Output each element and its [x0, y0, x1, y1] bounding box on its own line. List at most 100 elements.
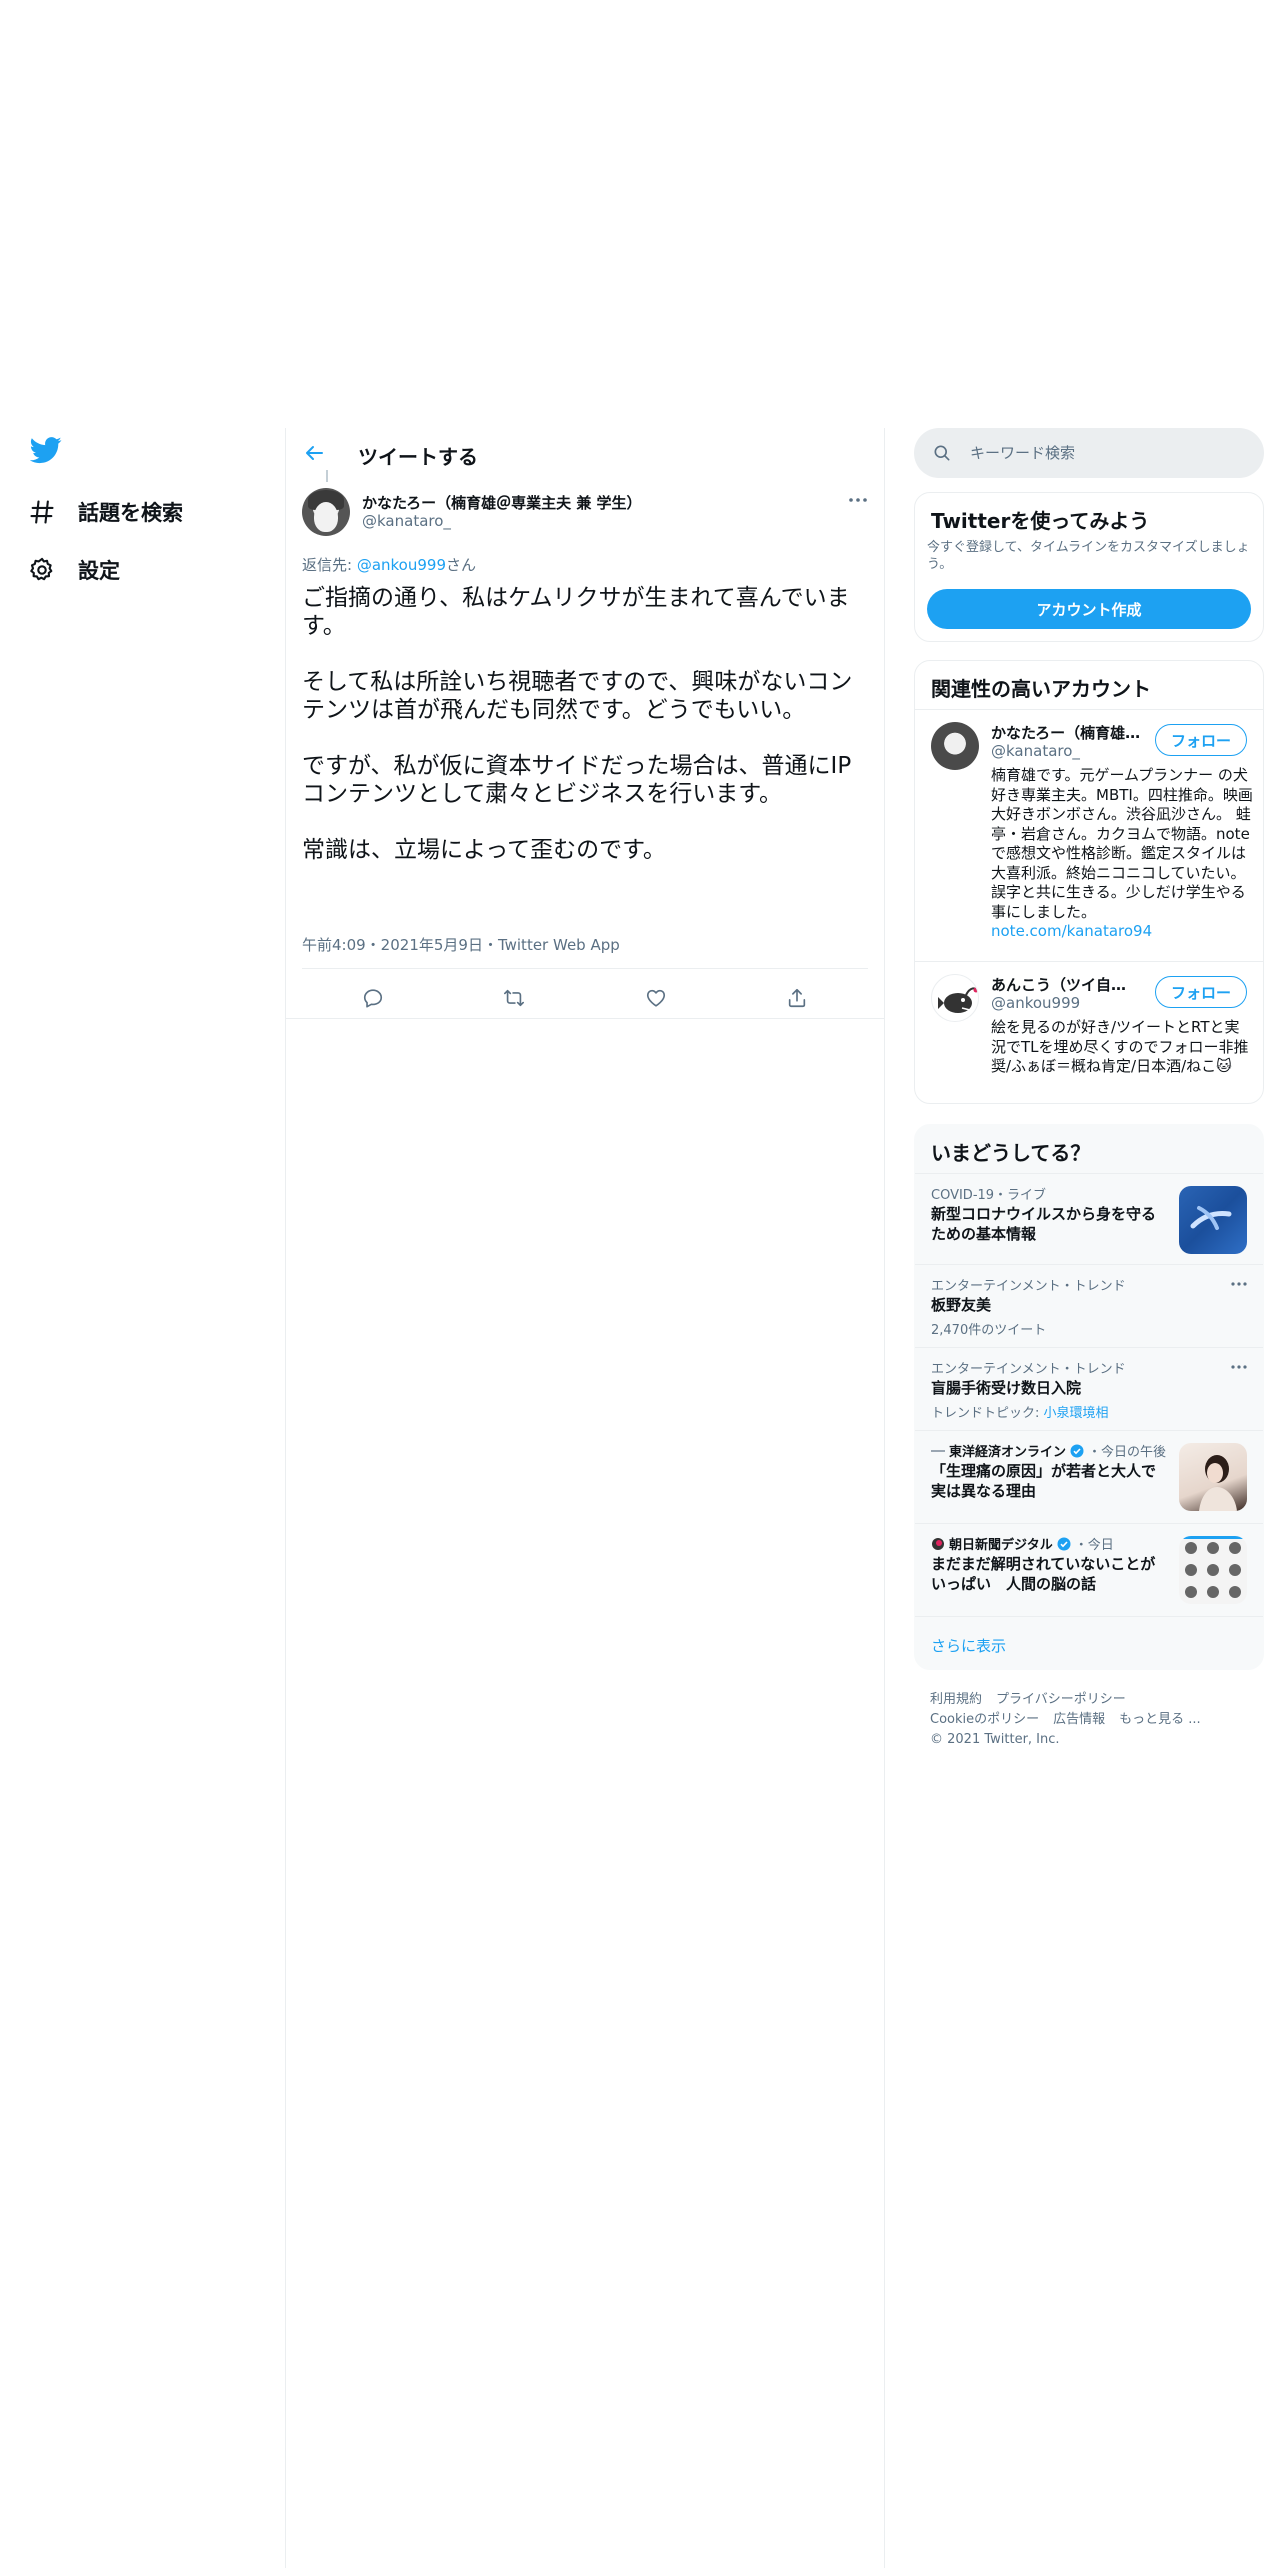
trend-item[interactable]: エンターテインメント・トレンド 盲腸手術受け数日入院 トレンドトピック: 小泉環… — [915, 1348, 1263, 1430]
author-name[interactable]: かなたろー（楠育雄＠専業主夫 兼 学生） — [362, 492, 642, 513]
nav-explore[interactable]: 話題を検索 — [28, 492, 183, 532]
more-options-icon[interactable] — [1229, 1277, 1249, 1291]
tweet-actions — [302, 978, 868, 1018]
avatar-face — [314, 502, 338, 532]
footer: 利用規約 プライバシーポリシー Cookieのポリシー 広告情報 もっと見る ... … — [930, 1690, 1260, 1750]
footer-link-terms[interactable]: 利用規約 — [930, 1692, 982, 1707]
news-headline: 「生理痛の原因」が若者と大人で実は異なる理由 — [931, 1462, 1157, 1500]
news-source: 朝日新聞デジタル ・今日 — [931, 1534, 1114, 1553]
copyright: © 2021 Twitter, Inc. — [930, 1732, 1060, 1747]
news-item[interactable]: 東洋経済オンライン ・今日の午後 「生理痛の原因」が若者と大人で実は異なる理由 — [915, 1431, 1263, 1523]
account-item[interactable]: かなたろー（楠育雄＠専業主夫 兼 学生） @kanataro_ フォロー 楠育雄… — [915, 710, 1263, 960]
news-time: ・今日の午後 — [1088, 1445, 1167, 1460]
news-source-name: 朝日新聞デジタル — [949, 1538, 1053, 1553]
account-bio: 絵を見るのが好き/ツイートとRTと実況でTLを埋め尽くすのでフォロー非推奨/ふぁ… — [991, 1018, 1249, 1075]
account-bio-link[interactable]: note.com/kanataro94 — [991, 922, 1152, 940]
show-more-link[interactable]: さらに表示 — [931, 1635, 1006, 1656]
tweet-timestamp[interactable]: 午前4:09・2021年5月9日・Twitter Web App — [302, 934, 620, 955]
create-account-button[interactable]: アカウント作成 — [927, 589, 1251, 629]
news-headline: まだまだ解明されていないことがいっぱい 人間の脳の話 — [931, 1555, 1156, 1593]
anglerfish-avatar-icon — [938, 987, 978, 1013]
hashtag-icon — [30, 500, 54, 524]
account-name[interactable]: あんこう（ツイ自重中） — [991, 974, 1141, 995]
gear-icon — [30, 557, 53, 581]
page-header: ツイートする — [286, 428, 884, 478]
divider — [286, 1018, 884, 1019]
news-thumbnail — [1179, 1536, 1247, 1604]
trends-title: いまどうしてる？ — [931, 1141, 1091, 1165]
nav-explore-label: 話題を検索 — [78, 501, 183, 525]
trend-headline: 板野友美 — [931, 1296, 992, 1314]
news-item[interactable]: 朝日新聞デジタル ・今日 まだまだ解明されていないことがいっぱい 人間の脳の話 — [915, 1524, 1263, 1616]
follow-button[interactable]: フォロー — [1155, 976, 1247, 1008]
author-handle[interactable]: @kanataro_ — [362, 512, 451, 530]
source-logo-icon — [931, 1449, 945, 1452]
signup-title: Twitterを使ってみよう — [931, 509, 1150, 533]
footer-link-privacy[interactable]: プライバシーポリシー — [996, 1692, 1126, 1707]
trend-thumbnail — [1179, 1186, 1247, 1254]
trend-meta: エンターテインメント・トレンド — [931, 1362, 1126, 1377]
trend-tweet-count: 2,470件のツイート — [931, 1323, 1047, 1338]
footer-link-ads[interactable]: 広告情報 — [1053, 1712, 1105, 1727]
footer-link-more[interactable]: もっと見る ... — [1119, 1712, 1201, 1727]
trend-headline: 盲腸手術受け数日入院 — [931, 1379, 1082, 1397]
account-name[interactable]: かなたろー（楠育雄＠専業主夫 兼 学生） — [991, 722, 1141, 743]
back-arrow-icon[interactable] — [302, 441, 326, 465]
footer-link-cookies[interactable]: Cookieのポリシー — [930, 1712, 1039, 1727]
account-handle[interactable]: @kanataro_ — [991, 742, 1080, 760]
account-handle[interactable]: @ankou999 — [991, 994, 1080, 1012]
signup-description: 今すぐ登録して、タイムラインをカスタマイズしましょう。 — [927, 540, 1250, 572]
trend-topic: トレンドトピック: 小泉環境相 — [931, 1402, 1109, 1421]
reply-button[interactable] — [353, 978, 393, 1018]
twitter-logo-icon[interactable] — [30, 434, 62, 466]
account-bio: 楠育雄です。元ゲームプランナー の犬好き専業主夫。MBTI。四柱推命。映画大好き… — [991, 766, 1253, 942]
nav-settings-label: 設定 — [78, 559, 120, 583]
trend-topic-link[interactable]: 小泉環境相 — [1044, 1406, 1109, 1421]
retweet-button[interactable] — [494, 978, 534, 1018]
related-accounts-card: 関連性の高いアカウント かなたろー（楠育雄＠専業主夫 兼 学生） @kanata… — [914, 660, 1264, 1104]
source-logo-icon — [932, 1537, 944, 1550]
reply-suffix: さん — [446, 556, 477, 574]
avatar[interactable] — [931, 722, 979, 770]
trend-topic-prefix: トレンドトピック: — [931, 1406, 1044, 1421]
nav-settings[interactable]: 設定 — [28, 550, 120, 590]
like-button[interactable] — [636, 978, 676, 1018]
reply-prefix: 返信先: — [302, 556, 357, 574]
search-box[interactable] — [914, 428, 1264, 478]
reply-to: 返信先: @ankou999さん — [302, 554, 476, 575]
trend-meta: COVID-19・ライブ — [931, 1188, 1047, 1203]
main-column: ツイートする かなたろー（楠育雄＠専業主夫 兼 学生） @kanataro_ 返… — [285, 428, 885, 2568]
trend-meta: エンターテインメント・トレンド — [931, 1279, 1126, 1294]
divider — [915, 1616, 1263, 1617]
tweet-text: ご指摘の通り、私はケムリクサが生まれて喜んでいます。 そして私は所詮いち視聴者で… — [302, 585, 853, 863]
footer-row: Cookieのポリシー 広告情報 もっと見る ... — [930, 1710, 1260, 1730]
avatar[interactable] — [302, 488, 350, 536]
trend-item[interactable]: エンターテインメント・トレンド 板野友美 2,470件のツイート — [915, 1265, 1263, 1347]
news-thumbnail — [1179, 1443, 1247, 1511]
avatar[interactable] — [931, 974, 979, 1022]
divider — [302, 968, 868, 969]
search-icon — [934, 445, 950, 461]
trend-headline: 新型コロナウイルスから身を守るための基本情報 — [931, 1205, 1157, 1243]
heart-icon — [646, 989, 665, 1007]
more-options-icon[interactable] — [846, 490, 870, 510]
trends-card: いまどうしてる？ COVID-19・ライブ 新型コロナウイルスから身を守るための… — [914, 1124, 1264, 1670]
share-icon — [789, 988, 806, 1008]
trend-item[interactable]: COVID-19・ライブ 新型コロナウイルスから身を守るための基本情報 — [915, 1174, 1263, 1264]
retweet-icon — [504, 989, 525, 1007]
news-source-name: 東洋経済オンライン — [949, 1445, 1067, 1460]
more-options-icon[interactable] — [1229, 1360, 1249, 1374]
share-button[interactable] — [777, 978, 817, 1018]
account-bio-text: 楠育雄です。元ゲームプランナー の犬好き専業主夫。MBTI。四柱推命。映画大好き… — [991, 766, 1253, 921]
virus-image-icon — [1190, 1206, 1232, 1230]
thread-connector — [326, 470, 328, 482]
verified-badge-icon — [1070, 1444, 1084, 1457]
verified-badge-icon — [1057, 1537, 1071, 1550]
follow-button[interactable]: フォロー — [1155, 724, 1247, 756]
reply-icon — [363, 989, 382, 1008]
account-item[interactable]: あんこう（ツイ自重中） @ankou999 フォロー 絵を見るのが好き/ツイート… — [915, 962, 1263, 1102]
related-title: 関連性の高いアカウント — [931, 677, 1151, 701]
faces-grid-image-icon — [1179, 1536, 1247, 1598]
search-input[interactable] — [970, 428, 1240, 478]
reply-handle-link[interactable]: @ankou999 — [357, 556, 446, 574]
